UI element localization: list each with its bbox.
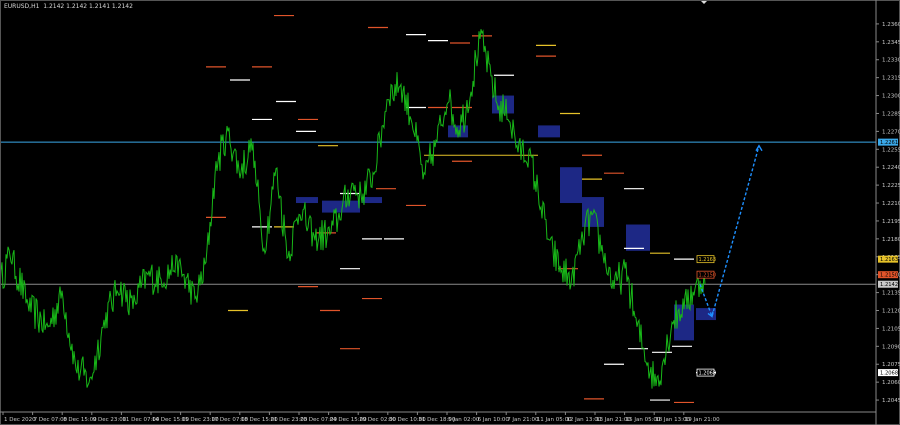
y-tick-label: 1.2210 <box>882 201 900 207</box>
zone-box <box>560 167 582 204</box>
y-tick-label: 1.2075 <box>882 362 900 368</box>
level-tag-text: 1.2068 <box>699 370 717 376</box>
y-tick-label: 1.2120 <box>882 309 900 315</box>
chart-shift-marker <box>701 1 707 4</box>
y-tick-label: 1.2060 <box>882 380 900 386</box>
price-tags-layer: 1.2261 1.2163 1.2163 1.2150 1.2150 1.2142 1.20… <box>696 138 898 377</box>
levels-layer <box>206 14 716 404</box>
chart-frame[interactable]: EURUSD,H1 1.2142 1.2142 1.2141 1.2142 1.… <box>0 0 900 425</box>
y-tick-label: 1.2285 <box>882 111 900 117</box>
zone-box <box>626 224 650 251</box>
zones-layer <box>296 95 716 341</box>
y-tick-label: 1.2090 <box>882 344 900 350</box>
x-tick-label: 1 Dec 2020 <box>4 417 36 423</box>
projection-path <box>699 145 760 319</box>
chart-border <box>0 0 900 425</box>
x-tick-label: 6 Jan 10:00 <box>478 417 510 423</box>
horizontal-lines-layer <box>0 141 876 285</box>
price-chart[interactable]: 1.2360 1.2345 1.2330 1.2315 1.2300 1.2285 1.22… <box>0 0 900 425</box>
axis-price-flag-text: 1.2150 <box>880 273 898 279</box>
y-tick-label: 1.2105 <box>882 326 900 332</box>
x-tick-label: 7 Jan 21:00 <box>507 417 539 423</box>
y-tick-label: 1.2270 <box>882 129 900 135</box>
axis-layer: 1.2360 1.2345 1.2330 1.2315 1.2300 1.2285 1.22… <box>0 0 900 425</box>
y-tick-label: 1.2180 <box>882 237 900 243</box>
projection-layer <box>699 144 763 319</box>
x-tick-label: 19 Jan 21:00 <box>685 417 720 423</box>
y-tick-label: 1.2360 <box>882 22 900 28</box>
y-tick-label: 1.2135 <box>882 291 900 297</box>
zone-box <box>322 200 360 213</box>
y-tick-label: 1.2345 <box>882 40 900 46</box>
axis-price-flag-text: 1.2261 <box>880 140 898 146</box>
y-tick-label: 1.2315 <box>882 76 900 82</box>
y-tick-label: 1.2195 <box>882 219 900 225</box>
zone-box <box>538 125 560 138</box>
y-tick-label: 1.2255 <box>882 147 900 153</box>
zone-box <box>296 197 318 204</box>
y-tick-label: 1.2330 <box>882 58 900 64</box>
level-tag-text: 1.2150 <box>699 272 717 278</box>
zone-box <box>362 197 382 204</box>
y-tick-label: 1.2225 <box>882 183 900 189</box>
y-tick-label: 1.2240 <box>882 165 900 171</box>
axis-price-flag-text: 1.2068 <box>880 371 898 377</box>
x-tick-label: 5 Jan 02:00 <box>448 417 480 423</box>
projection-arrowhead-up <box>755 144 763 152</box>
y-tick-label: 1.2300 <box>882 94 900 100</box>
level-tag-text: 1.2163 <box>699 257 717 263</box>
y-tick-label: 1.2045 <box>882 398 900 404</box>
axis-price-flag-text: 1.2163 <box>880 257 898 263</box>
axis-price-flag-text: 1.2142 <box>880 282 898 288</box>
